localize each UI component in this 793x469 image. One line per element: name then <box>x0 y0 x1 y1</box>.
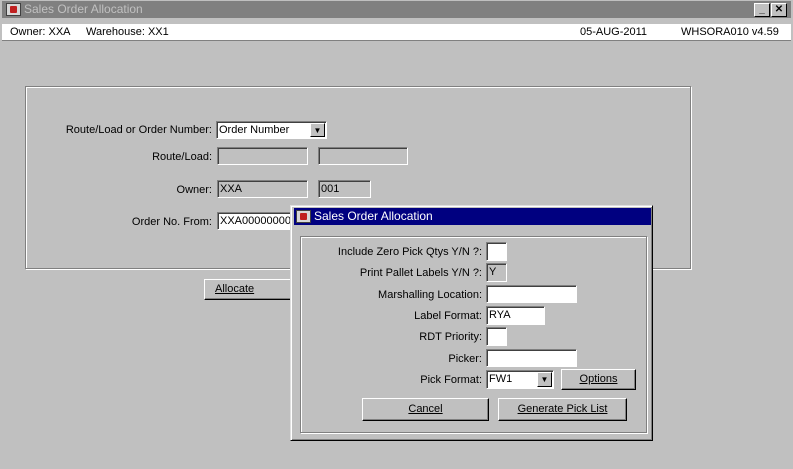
owner-code-field[interactable]: 001 <box>318 180 371 198</box>
label-format-label: Label Format: <box>414 310 482 322</box>
main-title: Sales Order Allocation <box>24 2 143 16</box>
route-or-order-value: Order Number <box>219 124 290 136</box>
close-icon: ✕ <box>774 4 784 15</box>
route-or-order-select[interactable]: Order Number ▼ <box>216 121 327 139</box>
allocate-button[interactable]: Allocate <box>204 279 300 300</box>
print-pallet-label: Print Pallet Labels Y/N ?: <box>359 267 482 279</box>
dialog-title: Sales Order Allocation <box>314 209 433 223</box>
owner-label: Owner: <box>176 184 212 196</box>
status-warehouse: Warehouse: XX1 <box>86 26 169 38</box>
close-button[interactable]: ✕ <box>771 3 787 17</box>
include-zero-label: Include Zero Pick Qtys Y/N ?: <box>337 246 482 258</box>
print-pallet-field[interactable]: Y <box>486 263 507 282</box>
rdt-priority-label: RDT Priority: <box>419 331 482 343</box>
route-or-order-label: Route/Load or Order Number: <box>65 124 212 136</box>
picker-field[interactable] <box>486 349 577 367</box>
status-date: 05-AUG-2011 <box>580 26 648 38</box>
marshalling-label: Marshalling Location: <box>378 289 482 301</box>
options-button-label: Options <box>579 373 618 385</box>
owner-value: XXA <box>220 183 243 195</box>
route-load-field[interactable] <box>217 147 308 165</box>
label-format-field[interactable]: RYA <box>486 306 545 325</box>
dialog-app-icon[interactable] <box>296 210 311 223</box>
rdt-priority-field[interactable] <box>486 327 507 346</box>
allocate-button-label: Allocate <box>215 283 255 295</box>
chevron-down-icon[interactable]: ▼ <box>310 123 325 137</box>
print-pallet-value: Y <box>489 266 497 278</box>
options-button[interactable]: Options <box>561 369 636 390</box>
main-title-bar[interactable]: Sales Order Allocation _ ✕ <box>2 1 791 18</box>
minimize-icon: _ <box>759 4 765 15</box>
status-program: WHSORA010 v4.59 <box>681 26 779 38</box>
include-zero-field[interactable] <box>486 242 507 261</box>
pick-format-value: FW1 <box>489 373 513 385</box>
owner-code-value: 001 <box>321 183 340 195</box>
order-from-label: Order No. From: <box>131 216 212 228</box>
label-format-value: RYA <box>489 309 511 321</box>
route-load-field-2[interactable] <box>318 147 408 165</box>
minimize-button[interactable]: _ <box>754 3 770 17</box>
route-load-label: Route/Load: <box>152 151 212 163</box>
cancel-button-label: Cancel <box>408 403 443 415</box>
status-strip: Owner: XXA Warehouse: XX1 05-AUG-2011 WH… <box>2 24 791 41</box>
dialog-title-bar[interactable]: Sales Order Allocation <box>294 208 651 225</box>
generate-pick-list-button[interactable]: Generate Pick List <box>498 398 627 421</box>
status-owner: Owner: XXA <box>10 26 71 38</box>
order-from-value: XXA00000000 <box>220 215 291 227</box>
generate-pick-list-label: Generate Pick List <box>517 403 608 415</box>
allocation-dialog: Sales Order Allocation Include Zero Pick… <box>290 205 653 441</box>
pick-format-chevron-down-icon[interactable]: ▼ <box>537 372 552 387</box>
order-from-field[interactable]: XXA00000000 <box>217 212 297 230</box>
cancel-button[interactable]: Cancel <box>362 398 489 421</box>
marshalling-field[interactable] <box>486 285 577 303</box>
picker-label: Picker: <box>448 353 482 365</box>
pick-format-label: Pick Format: <box>420 374 482 386</box>
app-icon[interactable] <box>6 3 21 16</box>
pick-format-select[interactable]: FW1 ▼ <box>486 370 554 389</box>
owner-field[interactable]: XXA <box>217 180 308 198</box>
